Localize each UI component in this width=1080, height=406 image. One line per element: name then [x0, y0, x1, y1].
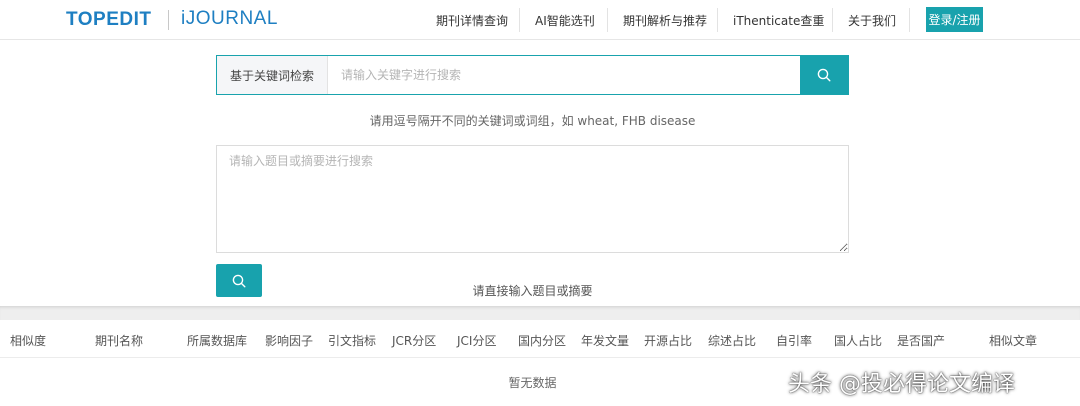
col-journal-name[interactable]: 期刊名称	[95, 332, 143, 349]
keyword-search-input[interactable]	[329, 56, 799, 94]
keyword-search-bar: 基于关键词检索	[216, 55, 849, 95]
keyword-search-button[interactable]	[800, 56, 848, 94]
col-annual-output[interactable]: 年发文量	[581, 332, 629, 349]
nav-divider	[909, 8, 910, 32]
abstract-search-textarea[interactable]	[216, 145, 849, 253]
col-chinese-ratio[interactable]: 国人占比	[834, 332, 882, 349]
nav-divider	[832, 8, 833, 32]
col-jcr-zone[interactable]: JCR分区	[392, 332, 436, 349]
col-impact-factor[interactable]: 影响因子	[265, 332, 313, 349]
search-type-label[interactable]: 基于关键词检索	[217, 56, 328, 94]
nav-ithenticate[interactable]: iThenticate查重	[733, 0, 824, 40]
col-jci-zone[interactable]: JCI分区	[457, 332, 496, 349]
col-similar-articles[interactable]: 相似文章	[989, 332, 1037, 349]
col-domestic-zone[interactable]: 国内分区	[518, 332, 566, 349]
nav-about-us[interactable]: 关于我们	[848, 0, 896, 40]
nav-divider	[717, 8, 718, 32]
section-divider-band	[0, 306, 1080, 320]
login-register-button[interactable]: 登录/注册	[926, 7, 983, 32]
nav-journal-analysis[interactable]: 期刊解析与推荐	[623, 0, 707, 40]
col-domestic[interactable]: 是否国产	[897, 332, 945, 349]
results-table-header: 相似度 期刊名称 所属数据库 影响因子 引文指标 JCR分区 JCI分区 国内分…	[0, 320, 1080, 358]
abstract-hint: 请直接输入题目或摘要	[472, 284, 593, 298]
search-icon	[817, 68, 831, 82]
watermark: 头条 @投必得论文编译	[788, 372, 1015, 397]
ijournal-logo[interactable]: iJOURNAL	[181, 8, 278, 30]
nav-divider	[607, 8, 608, 32]
col-open-access[interactable]: 开源占比	[644, 332, 692, 349]
nav-ai-selection[interactable]: AI智能选刊	[535, 0, 595, 40]
col-self-citation[interactable]: 自引率	[776, 332, 812, 349]
logo-divider	[168, 10, 169, 30]
col-similarity[interactable]: 相似度	[10, 332, 46, 349]
topedit-logo[interactable]: TOPEDIT	[66, 9, 152, 31]
top-header: TOPEDIT iJOURNAL 期刊详情查询 AI智能选刊 期刊解析与推荐 i…	[0, 0, 1080, 40]
keyword-hint: 请用逗号隔开不同的关键词或词组，如 wheat, FHB disease	[369, 114, 696, 128]
col-review-ratio[interactable]: 综述占比	[708, 332, 756, 349]
nav-divider	[519, 8, 520, 32]
col-citation-index[interactable]: 引文指标	[328, 332, 376, 349]
nav-journal-details[interactable]: 期刊详情查询	[436, 0, 508, 40]
col-database[interactable]: 所属数据库	[187, 332, 247, 349]
